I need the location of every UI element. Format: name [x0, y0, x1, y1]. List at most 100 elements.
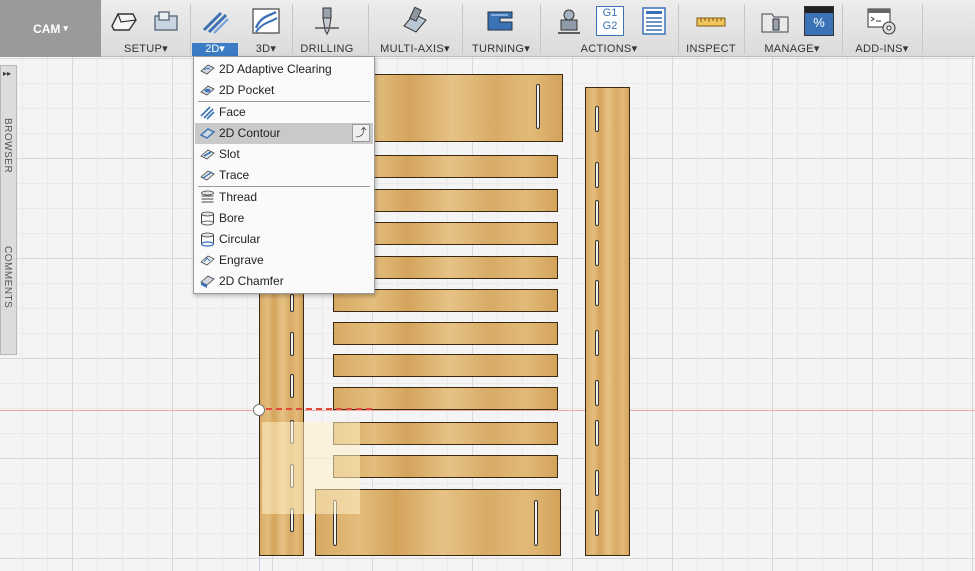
part-slot: [595, 106, 599, 132]
browser-tab[interactable]: BROWSER: [2, 118, 13, 173]
menu-item-label: Trace: [219, 168, 250, 182]
2d-milling-icon: [202, 11, 229, 34]
menu-item-engrave[interactable]: Engrave: [195, 250, 373, 271]
chevron-down-icon: ▾: [902, 43, 909, 55]
menu-item-thread[interactable]: Thread: [195, 187, 373, 208]
menu-item-face[interactable]: Face: [195, 102, 373, 123]
part-slot: [534, 500, 538, 546]
part-slot: [290, 374, 294, 398]
toolbar-divider: [678, 4, 679, 54]
part-slat[interactable]: [333, 354, 558, 377]
bore-icon: [201, 211, 214, 226]
actions-label: ACTIONS: [580, 43, 632, 55]
chevron-down-icon: ▾: [444, 43, 450, 55]
menu-item-slot[interactable]: Slot: [195, 144, 373, 165]
part-slat[interactable]: [333, 455, 558, 478]
chamfer-icon: [200, 275, 215, 288]
part-slat[interactable]: [333, 322, 558, 345]
x-axis-line: [0, 410, 975, 411]
setup-label: SETUP: [123, 43, 163, 55]
menu-item-circular[interactable]: Circular: [195, 229, 373, 250]
toolbar-divider: [540, 4, 541, 54]
toolbar: CAM ▾ SETUP▾ 2D▾ 3D▾ DRILLING MULTI-AXIS…: [0, 0, 975, 57]
chevron-down-icon: ▾: [270, 43, 277, 55]
part-slot: [595, 200, 599, 226]
2d-group[interactable]: 2D▾: [192, 0, 240, 57]
part-slot: [595, 240, 599, 266]
measure-icon: [696, 17, 726, 27]
contour-toolpath-preview: [266, 408, 372, 410]
menu-item-label: Bore: [219, 211, 245, 225]
engrave-icon: [200, 255, 215, 266]
part-slat[interactable]: [333, 422, 558, 445]
turning-group[interactable]: TURNING▾: [464, 0, 538, 57]
menu-item-trace[interactable]: Trace: [195, 165, 373, 186]
actions-group[interactable]: G1 G2 ACTIONS▾: [542, 0, 676, 57]
slot-icon: [200, 149, 215, 160]
manage-label: MANAGE: [764, 43, 814, 55]
add-ins-group[interactable]: ADD-INS▾: [844, 0, 920, 57]
multi-axis-group[interactable]: MULTI-AXIS▾: [370, 0, 460, 57]
menu-item-label: 2D Pocket: [219, 83, 275, 97]
adaptive-clearing-icon: [200, 64, 215, 75]
trace-icon: [200, 170, 215, 181]
workspace-switcher[interactable]: CAM ▾: [0, 0, 101, 57]
post-process-icon: G1 G2: [596, 6, 624, 36]
menu-item-2d-chamfer[interactable]: 2D Chamfer: [195, 271, 373, 292]
chevron-down-icon: ▾: [631, 43, 638, 55]
part-slot: [290, 332, 294, 356]
drilling-group[interactable]: DRILLING: [294, 0, 360, 57]
turning-label: TURNING: [471, 43, 525, 55]
stock-setup-icon: [154, 11, 178, 31]
menu-item-2d-contour[interactable]: 2D Contour ⤴: [195, 123, 373, 144]
setup-icon: [111, 13, 137, 31]
part-slot: [595, 330, 599, 356]
tool-library-icon: [761, 13, 789, 33]
menu-item-2d-adaptive-clearing[interactable]: 2D Adaptive Clearing: [195, 59, 373, 80]
pin-to-toolbar-icon[interactable]: ⤴: [352, 124, 370, 142]
2d-dropdown-menu: 2D Adaptive Clearing 2D Pocket Face 2D C…: [193, 56, 375, 294]
menu-item-label: 2D Adaptive Clearing: [219, 62, 332, 76]
chevron-down-icon: ▾: [813, 43, 820, 55]
menu-item-label: 2D Contour: [219, 126, 281, 140]
part-slot: [595, 510, 599, 536]
toolbar-divider: [842, 4, 843, 54]
browser-side-panel[interactable]: ▸▸ BROWSER COMMENTS: [0, 65, 17, 355]
part-slot: [595, 280, 599, 306]
toolbar-divider: [462, 4, 463, 54]
2d-tab-active[interactable]: 2D▾: [192, 43, 238, 56]
manage-group[interactable]: % MANAGE▾: [746, 0, 838, 57]
part-slot: [595, 162, 599, 188]
simulate-icon: [558, 9, 580, 34]
add-ins-label: ADD-INS: [855, 43, 903, 55]
multi-axis-label: MULTI-AXIS: [380, 43, 445, 55]
origin-marker[interactable]: [253, 404, 265, 416]
scripts-icon: [867, 8, 896, 35]
workspace-label: CAM: [33, 21, 61, 36]
menu-item-2d-pocket[interactable]: 2D Pocket: [195, 80, 373, 101]
template-library-icon: %: [804, 6, 834, 36]
part-slat[interactable]: [333, 387, 558, 410]
3d-milling-icon: [252, 8, 280, 34]
drill-icon: [315, 7, 339, 36]
inspect-label: INSPECT: [686, 43, 736, 55]
3d-group[interactable]: 3D▾: [242, 0, 290, 57]
chevron-down-icon: ▾: [524, 43, 531, 55]
menu-item-label: Slot: [219, 147, 240, 161]
pocket-icon: [200, 85, 215, 96]
chevron-down-icon: ▾: [162, 43, 168, 55]
expand-panel-icon[interactable]: ▸▸: [3, 69, 11, 78]
circular-icon: [200, 232, 215, 247]
setup-group[interactable]: SETUP▾: [103, 0, 189, 57]
part-slot: [595, 420, 599, 446]
comments-tab[interactable]: COMMENTS: [2, 246, 13, 308]
turning-icon: [487, 11, 513, 31]
face-icon: [200, 106, 215, 120]
part-slot: [595, 380, 599, 406]
3d-label: 3D: [255, 43, 271, 55]
menu-item-bore[interactable]: Bore: [195, 208, 373, 229]
part-right-rail[interactable]: [585, 87, 630, 556]
menu-item-label: Face: [219, 105, 246, 119]
part-left-rail[interactable]: [259, 280, 304, 556]
inspect-group[interactable]: INSPECT: [680, 0, 742, 57]
